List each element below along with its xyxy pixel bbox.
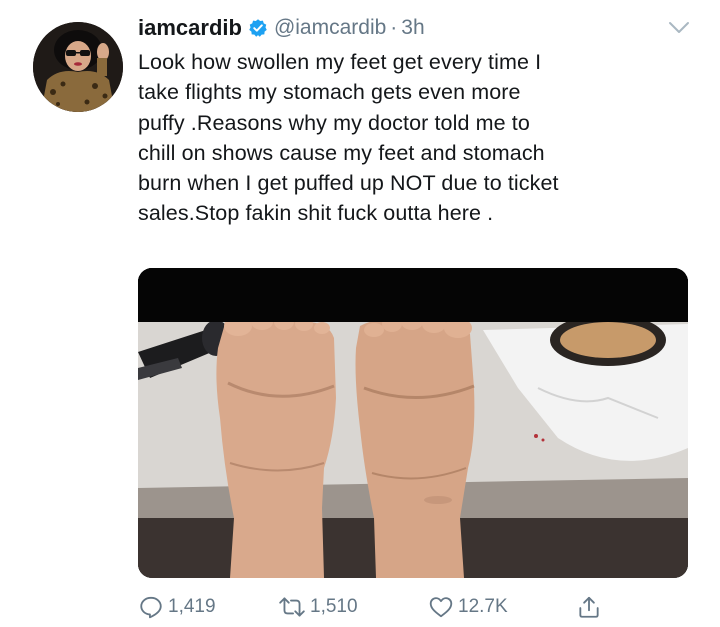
tweet-header: iamcardib @iamcardib · 3h: [138, 12, 425, 44]
display-name[interactable]: iamcardib: [138, 15, 242, 41]
heart-icon: [428, 594, 454, 620]
reply-button[interactable]: 1,419: [138, 592, 216, 622]
avatar[interactable]: [33, 22, 123, 112]
retweet-count: 1,510: [310, 596, 358, 617]
user-handle[interactable]: @iamcardib: [274, 16, 386, 40]
share-button[interactable]: [576, 592, 602, 622]
tweet-text: Look how swollen my feet get every time …: [138, 50, 559, 226]
tweet-actions: 1,419 1,510 12.7K: [138, 592, 698, 622]
chevron-down-icon[interactable]: [668, 20, 690, 36]
reply-icon: [138, 594, 164, 620]
like-button[interactable]: 12.7K: [428, 592, 508, 622]
tweet[interactable]: iamcardib @iamcardib · 3h Look how swoll…: [0, 0, 720, 627]
tweet-media-photo[interactable]: [138, 268, 688, 578]
tweet-timestamp[interactable]: 3h: [401, 16, 424, 40]
retweet-button[interactable]: 1,510: [278, 592, 358, 622]
like-count: 12.7K: [458, 596, 508, 617]
retweet-icon: [278, 594, 306, 620]
share-icon: [576, 594, 602, 620]
separator-dot: ·: [390, 16, 398, 39]
verified-badge-icon: [248, 18, 268, 38]
reply-count: 1,419: [168, 596, 216, 617]
